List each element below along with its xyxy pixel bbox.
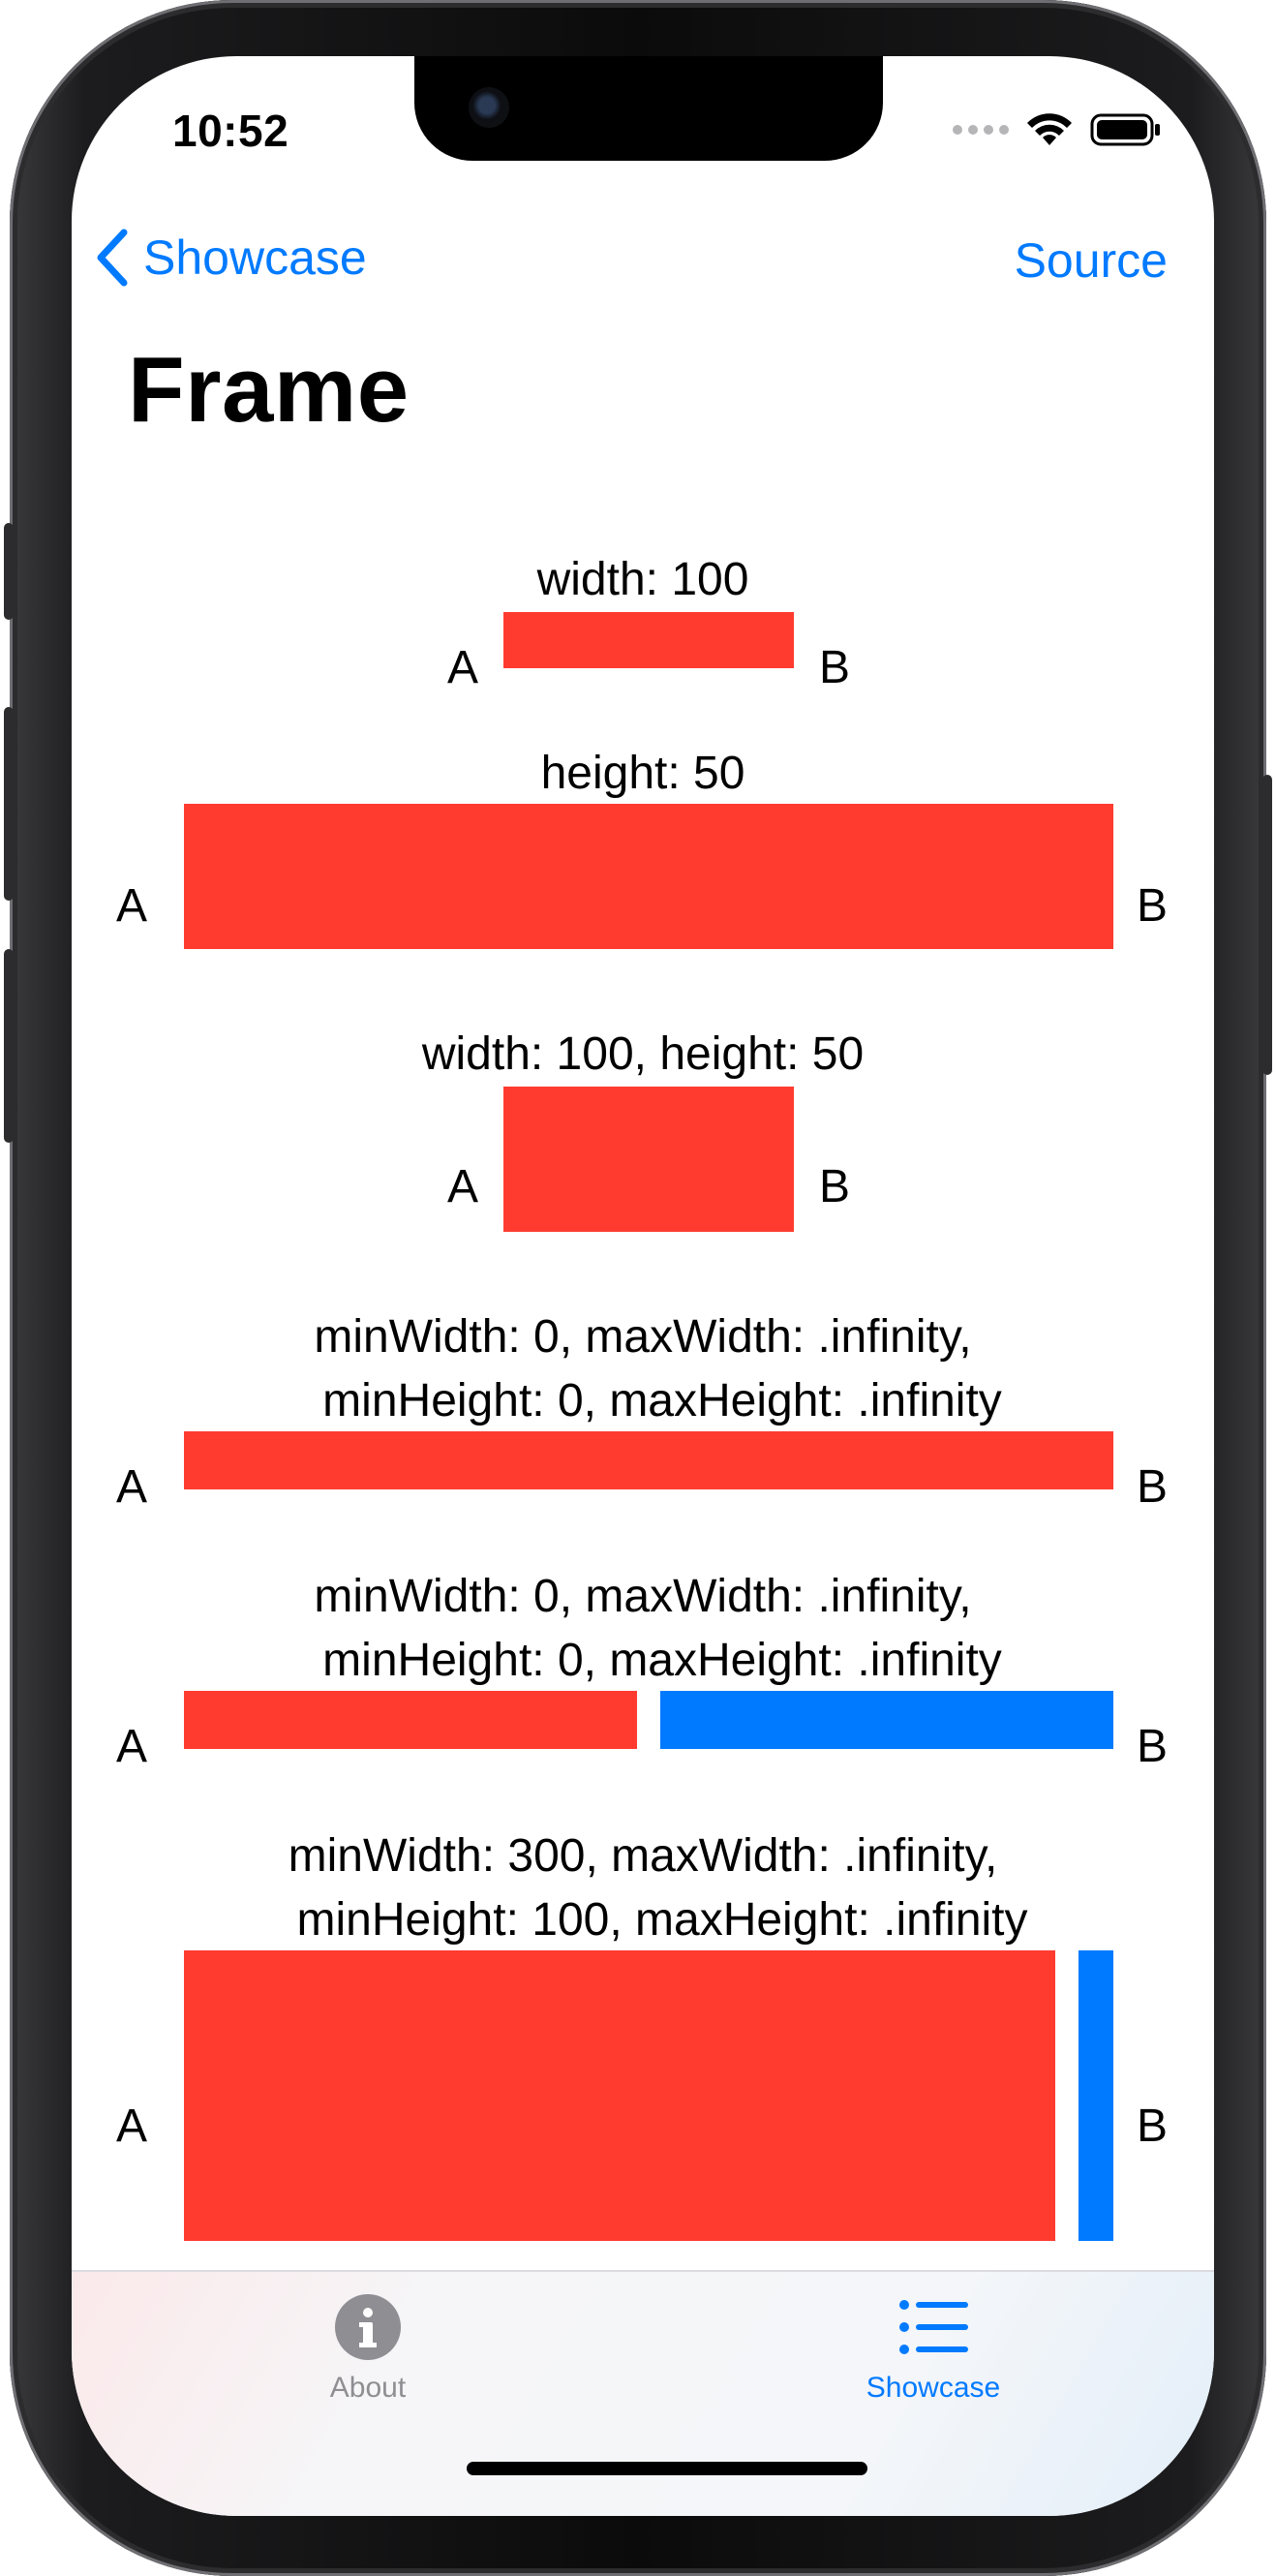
example-caption: width: 100, height: 50 — [421, 1028, 865, 1080]
label-b: B — [1137, 880, 1169, 932]
label-a: A — [116, 2101, 148, 2152]
front-camera — [469, 87, 509, 128]
label-b: B — [819, 642, 851, 693]
status-indicators — [953, 112, 1162, 147]
label-a: A — [447, 1161, 479, 1212]
red-frame-box — [184, 804, 1113, 949]
tab-about-label: About — [329, 2372, 407, 2404]
silent-switch — [4, 523, 14, 620]
red-frame-box — [184, 1950, 1055, 2241]
label-b: B — [819, 1161, 851, 1212]
example-caption: minWidth: 300, maxWidth: .infinity, minH… — [288, 1830, 1028, 1946]
back-button-label: Showcase — [143, 230, 367, 285]
phone-frame: 10:52 Showcase Source Frame width: 100 A… — [4, 0, 1272, 2576]
tab-showcase[interactable]: Showcase — [817, 2293, 1049, 2405]
label-b: B — [1137, 2101, 1169, 2152]
blue-frame-box — [660, 1691, 1113, 1749]
red-frame-box — [503, 1087, 794, 1232]
tab-showcase-label: Showcase — [866, 2372, 1001, 2404]
red-frame-box — [184, 1431, 1113, 1489]
battery-icon — [1090, 113, 1160, 146]
label-b: B — [1137, 1461, 1169, 1513]
home-indicator[interactable] — [467, 2462, 867, 2475]
label-a: A — [116, 1721, 148, 1772]
volume-down-button — [4, 949, 14, 1143]
example-caption: width: 100 — [536, 554, 749, 605]
power-button — [1262, 775, 1272, 1075]
info-circle-icon — [335, 2294, 401, 2360]
example-caption: height: 50 — [540, 748, 745, 799]
example-caption: minWidth: 0, maxWidth: .infinity, minHei… — [314, 1571, 1002, 1686]
label-a: A — [116, 1461, 148, 1513]
blue-frame-box — [1079, 1950, 1113, 2241]
label-a: A — [447, 642, 479, 693]
label-b: B — [1137, 1721, 1169, 1772]
tab-about[interactable]: About — [252, 2293, 484, 2405]
volume-up-button — [4, 707, 14, 901]
list-bullet-icon — [899, 2300, 968, 2354]
wifi-icon — [1027, 113, 1072, 145]
example-caption: minWidth: 0, maxWidth: .infinity, minHei… — [314, 1311, 1002, 1426]
chevron-left-icon — [97, 229, 128, 287]
tab-bar: About Showcase — [72, 2270, 1214, 2516]
back-button[interactable]: Showcase — [95, 229, 367, 287]
screen: 10:52 Showcase Source Frame width: 100 A… — [72, 56, 1214, 2516]
cellular-signal-icon — [953, 125, 1009, 135]
red-frame-box — [503, 612, 794, 668]
label-a: A — [116, 880, 148, 932]
source-button[interactable]: Source — [1015, 232, 1168, 289]
status-time: 10:52 — [172, 106, 289, 156]
page-title: Frame — [128, 338, 410, 442]
red-frame-box — [184, 1691, 637, 1749]
